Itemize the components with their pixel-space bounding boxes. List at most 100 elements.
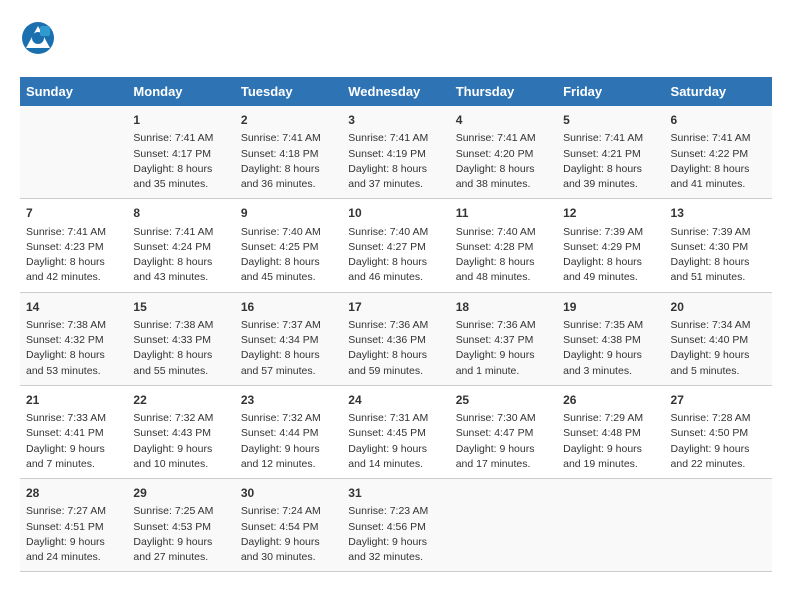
day-number: 2 [241, 112, 336, 129]
day-cell: 24 Sunrise: 7:31 AM Sunset: 4:45 PM Dayli… [342, 385, 449, 478]
day-number: 9 [241, 205, 336, 222]
day-info: Sunrise: 7:31 AM Sunset: 4:45 PM Dayligh… [348, 411, 443, 472]
week-row-5: 28Sunrise: 7:27 AM Sunset: 4:51 PM Dayli… [20, 479, 772, 572]
day-info: Sunrise: 7:41 AM Sunset: 4:21 PM Dayligh… [563, 131, 658, 192]
day-cell: 1Sunrise: 7:41 AM Sunset: 4:17 PM Daylig… [127, 106, 234, 199]
day-info: Sunrise: 7:38 AM Sunset: 4:32 PM Dayligh… [26, 318, 121, 379]
day-number: 10 [348, 205, 443, 222]
day-cell: 8Sunrise: 7:41 AM Sunset: 4:24 PM Daylig… [127, 199, 234, 292]
week-row-1: 1Sunrise: 7:41 AM Sunset: 4:17 PM Daylig… [20, 106, 772, 199]
day-number: 27 [671, 392, 766, 409]
day-cell: 22Sunrise: 7:32 AM Sunset: 4:43 PM Dayli… [127, 385, 234, 478]
day-cell: 18 Sunrise: 7:36 AM Sunset: 4:37 PM Dayli… [450, 292, 557, 385]
header-cell-thursday: Thursday [450, 77, 557, 106]
day-info: Sunrise: 7:32 AM Sunset: 4:43 PM Dayligh… [133, 411, 228, 472]
day-cell: 11 Sunrise: 7:40 AM Sunset: 4:28 PM Dayli… [450, 199, 557, 292]
day-info: Sunrise: 7:23 AM Sunset: 4:56 PM Dayligh… [348, 504, 443, 565]
day-number: 8 [133, 205, 228, 222]
day-cell: 27 Sunrise: 7:28 AM Sunset: 4:50 PM Dayli… [665, 385, 772, 478]
day-number: 7 [26, 205, 121, 222]
day-number: 18 [456, 299, 551, 316]
day-cell: 13 Sunrise: 7:39 AM Sunset: 4:30 PM Dayli… [665, 199, 772, 292]
header [20, 20, 772, 61]
day-cell: 5Sunrise: 7:41 AM Sunset: 4:21 PM Daylig… [557, 106, 664, 199]
day-number: 19 [563, 299, 658, 316]
day-info: Sunrise: 7:29 AM Sunset: 4:48 PM Dayligh… [563, 411, 658, 472]
day-info: Sunrise: 7:38 AM Sunset: 4:33 PM Dayligh… [133, 318, 228, 379]
day-cell: 2Sunrise: 7:41 AM Sunset: 4:18 PM Daylig… [235, 106, 342, 199]
day-info: Sunrise: 7:41 AM Sunset: 4:20 PM Dayligh… [456, 131, 551, 192]
day-info: Sunrise: 7:41 AM Sunset: 4:22 PM Dayligh… [671, 131, 766, 192]
day-cell [450, 479, 557, 572]
day-cell: 31 Sunrise: 7:23 AM Sunset: 4:56 PM Dayli… [342, 479, 449, 572]
day-number: 11 [456, 205, 551, 222]
day-cell: 19Sunrise: 7:35 AM Sunset: 4:38 PM Dayli… [557, 292, 664, 385]
day-cell: 7 Sunrise: 7:41 AM Sunset: 4:23 PM Daylig… [20, 199, 127, 292]
day-cell: 21 Sunrise: 7:33 AM Sunset: 4:41 PM Dayli… [20, 385, 127, 478]
day-info: Sunrise: 7:39 AM Sunset: 4:29 PM Dayligh… [563, 225, 658, 286]
day-number: 30 [241, 485, 336, 502]
day-number: 12 [563, 205, 658, 222]
day-info: Sunrise: 7:34 AM Sunset: 4:40 PM Dayligh… [671, 318, 766, 379]
header-cell-wednesday: Wednesday [342, 77, 449, 106]
day-number: 31 [348, 485, 443, 502]
day-cell: 25 Sunrise: 7:30 AM Sunset: 4:47 PM Dayli… [450, 385, 557, 478]
day-number: 29 [133, 485, 228, 502]
day-info: Sunrise: 7:41 AM Sunset: 4:23 PM Dayligh… [26, 225, 121, 286]
logo [20, 20, 60, 61]
day-cell: 23Sunrise: 7:32 AM Sunset: 4:44 PM Dayli… [235, 385, 342, 478]
day-info: Sunrise: 7:25 AM Sunset: 4:53 PM Dayligh… [133, 504, 228, 565]
day-number: 15 [133, 299, 228, 316]
calendar-table: SundayMondayTuesdayWednesdayThursdayFrid… [20, 77, 772, 572]
day-number: 26 [563, 392, 658, 409]
logo-icon [20, 20, 56, 56]
day-info: Sunrise: 7:27 AM Sunset: 4:51 PM Dayligh… [26, 504, 121, 565]
day-cell: 20Sunrise: 7:34 AM Sunset: 4:40 PM Dayli… [665, 292, 772, 385]
day-cell: 15 Sunrise: 7:38 AM Sunset: 4:33 PM Dayli… [127, 292, 234, 385]
day-cell: 30 Sunrise: 7:24 AM Sunset: 4:54 PM Dayli… [235, 479, 342, 572]
day-number: 13 [671, 205, 766, 222]
day-info: Sunrise: 7:40 AM Sunset: 4:28 PM Dayligh… [456, 225, 551, 286]
day-info: Sunrise: 7:33 AM Sunset: 4:41 PM Dayligh… [26, 411, 121, 472]
day-info: Sunrise: 7:36 AM Sunset: 4:36 PM Dayligh… [348, 318, 443, 379]
day-info: Sunrise: 7:36 AM Sunset: 4:37 PM Dayligh… [456, 318, 551, 379]
header-cell-sunday: Sunday [20, 77, 127, 106]
day-cell: 3Sunrise: 7:41 AM Sunset: 4:19 PM Daylig… [342, 106, 449, 199]
day-cell: 12 Sunrise: 7:39 AM Sunset: 4:29 PM Dayli… [557, 199, 664, 292]
day-number: 16 [241, 299, 336, 316]
day-info: Sunrise: 7:41 AM Sunset: 4:17 PM Dayligh… [133, 131, 228, 192]
day-cell: 16 Sunrise: 7:37 AM Sunset: 4:34 PM Dayli… [235, 292, 342, 385]
day-cell [665, 479, 772, 572]
header-cell-friday: Friday [557, 77, 664, 106]
header-cell-saturday: Saturday [665, 77, 772, 106]
day-cell: 6 Sunrise: 7:41 AM Sunset: 4:22 PM Daylig… [665, 106, 772, 199]
day-info: Sunrise: 7:28 AM Sunset: 4:50 PM Dayligh… [671, 411, 766, 472]
day-number: 21 [26, 392, 121, 409]
day-number: 25 [456, 392, 551, 409]
day-number: 3 [348, 112, 443, 129]
header-cell-tuesday: Tuesday [235, 77, 342, 106]
header-cell-monday: Monday [127, 77, 234, 106]
day-cell: 26 Sunrise: 7:29 AM Sunset: 4:48 PM Dayli… [557, 385, 664, 478]
week-row-3: 14Sunrise: 7:38 AM Sunset: 4:32 PM Dayli… [20, 292, 772, 385]
day-info: Sunrise: 7:39 AM Sunset: 4:30 PM Dayligh… [671, 225, 766, 286]
day-info: Sunrise: 7:30 AM Sunset: 4:47 PM Dayligh… [456, 411, 551, 472]
week-row-4: 21 Sunrise: 7:33 AM Sunset: 4:41 PM Dayli… [20, 385, 772, 478]
day-info: Sunrise: 7:24 AM Sunset: 4:54 PM Dayligh… [241, 504, 336, 565]
day-info: Sunrise: 7:37 AM Sunset: 4:34 PM Dayligh… [241, 318, 336, 379]
day-number: 24 [348, 392, 443, 409]
day-number: 17 [348, 299, 443, 316]
day-cell: 10Sunrise: 7:40 AM Sunset: 4:27 PM Dayli… [342, 199, 449, 292]
day-cell [20, 106, 127, 199]
day-cell: 4 Sunrise: 7:41 AM Sunset: 4:20 PM Daylig… [450, 106, 557, 199]
day-cell: 29 Sunrise: 7:25 AM Sunset: 4:53 PM Dayli… [127, 479, 234, 572]
header-row: SundayMondayTuesdayWednesdayThursdayFrid… [20, 77, 772, 106]
day-cell: 17 Sunrise: 7:36 AM Sunset: 4:36 PM Dayli… [342, 292, 449, 385]
day-cell: 9 Sunrise: 7:40 AM Sunset: 4:25 PM Daylig… [235, 199, 342, 292]
day-info: Sunrise: 7:40 AM Sunset: 4:25 PM Dayligh… [241, 225, 336, 286]
day-cell: 28Sunrise: 7:27 AM Sunset: 4:51 PM Dayli… [20, 479, 127, 572]
day-number: 6 [671, 112, 766, 129]
day-cell: 14Sunrise: 7:38 AM Sunset: 4:32 PM Dayli… [20, 292, 127, 385]
day-number: 23 [241, 392, 336, 409]
day-number: 4 [456, 112, 551, 129]
